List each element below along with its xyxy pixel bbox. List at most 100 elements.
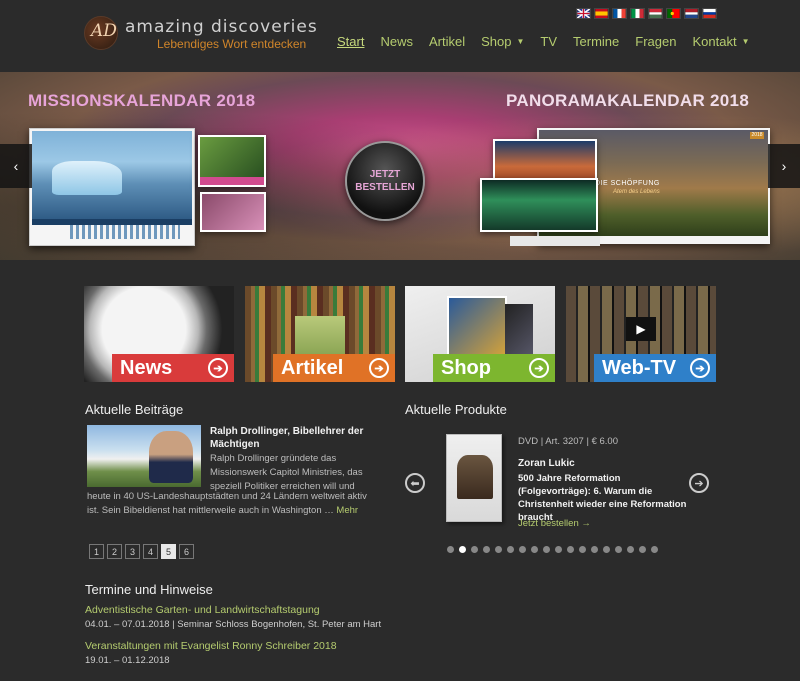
hero-banner[interactable]: MISSIONSKALENDAR 2018 PANORAMAKALENDAR 2… — [0, 72, 800, 260]
products-prev-button[interactable]: ⬅ — [405, 473, 425, 493]
page-button-1[interactable]: 1 — [89, 544, 104, 559]
product-author: Zoran Lukic — [518, 458, 575, 469]
post-excerpt-text: heute in 40 US-Landeshauptstädten und 24… — [87, 491, 367, 516]
post-excerpt-side: Ralph Drollinger gründete das Missionswe… — [210, 453, 363, 492]
carousel-dot[interactable] — [471, 546, 478, 553]
carousel-dot[interactable] — [639, 546, 646, 553]
more-link[interactable]: Mehr — [336, 505, 358, 516]
slider-prev-button[interactable]: ‹ — [0, 144, 32, 188]
event-date-range: 04.01. – 07.01.2018 — [85, 619, 170, 630]
post-thumbnail[interactable] — [87, 425, 201, 487]
arrow-right-icon: ➔ — [369, 358, 389, 378]
carousel-dot[interactable] — [531, 546, 538, 553]
page-button-4[interactable]: 4 — [143, 544, 158, 559]
section-title-events: Termine und Hinweise — [85, 582, 213, 597]
carousel-dot[interactable] — [459, 546, 466, 553]
carousel-dot[interactable] — [579, 546, 586, 553]
flag-italy-icon[interactable] — [630, 8, 645, 19]
page-button-5[interactable]: 5 — [161, 544, 176, 559]
banner-title-missionskalendar: MISSIONSKALENDAR 2018 — [28, 91, 256, 110]
flag-russia-icon[interactable] — [702, 8, 717, 19]
carousel-dot[interactable] — [507, 546, 514, 553]
order-now-line1: JETZT — [369, 169, 401, 180]
product-dvd-cover[interactable] — [446, 434, 502, 522]
carousel-dot[interactable] — [447, 546, 454, 553]
nav-artikel[interactable]: Artikel — [429, 34, 465, 49]
brand-title[interactable]: amazing discoveries — [125, 17, 318, 37]
play-icon[interactable]: ▶ — [626, 317, 656, 341]
section-title-products: Aktuelle Produkte — [405, 402, 507, 417]
tile-webtv-label: Web-TV ➔ — [594, 354, 716, 382]
tile-artikel[interactable]: Artikel ➔ — [245, 286, 395, 382]
carousel-dot[interactable] — [483, 546, 490, 553]
order-now-button[interactable]: JETZT BESTELLEN — [345, 141, 425, 221]
nav-tv[interactable]: TV — [540, 34, 557, 49]
carousel-dot[interactable] — [603, 546, 610, 553]
flag-hungary-icon[interactable] — [648, 8, 663, 19]
mini-calendar-aurora — [480, 178, 598, 232]
mini-calendar-strip — [200, 177, 264, 185]
calendar-caption: DIE SCHÖPFUNG — [595, 180, 660, 187]
iceberg-shape — [52, 161, 122, 195]
event-location: Seminar Schloss Bogenhofen, St. Peter am… — [177, 619, 382, 630]
arrow-right-icon: ➔ — [529, 358, 549, 378]
arrow-right-icon: ➔ — [690, 358, 710, 378]
event-title[interactable]: Adventistische Garten- und Landwirtschaf… — [85, 604, 320, 616]
product-title[interactable]: 500 Jahre Reformation (Folgevorträge): 6… — [518, 472, 693, 524]
event-date: 19.01. – 01.12.2018 — [85, 655, 170, 666]
flag-uk-icon[interactable] — [576, 8, 591, 19]
carousel-dot[interactable] — [495, 546, 502, 553]
page-button-6[interactable]: 6 — [179, 544, 194, 559]
page-button-3[interactable]: 3 — [125, 544, 140, 559]
tile-shop-text: Shop — [441, 356, 491, 379]
chevron-down-icon: ▼ — [741, 37, 750, 46]
nav-termine[interactable]: Termine — [573, 34, 619, 49]
order-now-line2: BESTELLEN — [355, 182, 415, 193]
nav-start[interactable]: Start — [337, 34, 364, 49]
main-nav: Start News Artikel Shop ▼ TV Termine Frag… — [337, 34, 750, 49]
product-meta: DVD | Art. 3207 | € 6.00 — [518, 436, 618, 447]
carousel-dot[interactable] — [591, 546, 598, 553]
event-date: 04.01. – 07.01.2018 | Seminar Schloss Bo… — [85, 619, 382, 630]
calendar-subcaption: Atem des Lebens — [613, 189, 660, 195]
tile-webtv-text: Web-TV — [602, 356, 677, 379]
nav-news[interactable]: News — [380, 34, 413, 49]
flag-netherlands-icon[interactable] — [684, 8, 699, 19]
nav-shop-label: Shop — [481, 34, 512, 49]
page-button-2[interactable]: 2 — [107, 544, 122, 559]
carousel-dot[interactable] — [627, 546, 634, 553]
post-pagination: 1 2 3 4 5 6 — [89, 544, 194, 559]
carousel-dot[interactable] — [651, 546, 658, 553]
chevron-right-icon: › — [781, 158, 787, 174]
tile-shop[interactable]: Shop ➔ — [405, 286, 555, 382]
tile-shop-label: Shop ➔ — [433, 354, 555, 382]
language-flags — [576, 8, 717, 19]
section-title-posts: Aktuelle Beiträge — [85, 402, 184, 417]
post-title[interactable]: Ralph Drollinger, Bibellehrer der Mächti… — [210, 425, 380, 451]
nav-fragen[interactable]: Fragen — [635, 34, 676, 49]
slider-next-button[interactable]: › — [768, 144, 800, 188]
flag-france-icon[interactable] — [612, 8, 627, 19]
chevron-left-icon: ‹ — [13, 158, 19, 174]
product-order-link[interactable]: Jetzt bestellen → — [518, 518, 591, 529]
carousel-dot[interactable] — [615, 546, 622, 553]
carousel-dot[interactable] — [567, 546, 574, 553]
flag-portugal-icon[interactable] — [666, 8, 681, 19]
calendar-grid — [70, 225, 180, 239]
nav-shop[interactable]: Shop ▼ — [481, 34, 524, 49]
carousel-dot[interactable] — [519, 546, 526, 553]
products-dots — [447, 546, 658, 553]
post-excerpt: heute in 40 US-Landeshauptstädten und 24… — [87, 490, 380, 518]
logo-letters: AD — [91, 21, 117, 41]
calendar-year-badge: 2018 — [750, 132, 764, 139]
chevron-down-icon: ▼ — [516, 37, 525, 46]
event-title[interactable]: Veranstaltungen mit Evangelist Ronny Sch… — [85, 640, 337, 652]
tile-news-label: News ➔ — [112, 354, 234, 382]
nav-kontakt[interactable]: Kontakt ▼ — [692, 34, 749, 49]
carousel-dot[interactable] — [543, 546, 550, 553]
carousel-dot[interactable] — [555, 546, 562, 553]
logo-icon[interactable]: AD — [84, 16, 118, 50]
tile-news[interactable]: News ➔ — [84, 286, 234, 382]
products-next-button[interactable]: ➔ — [689, 473, 709, 493]
flag-spain-icon[interactable] — [594, 8, 609, 19]
